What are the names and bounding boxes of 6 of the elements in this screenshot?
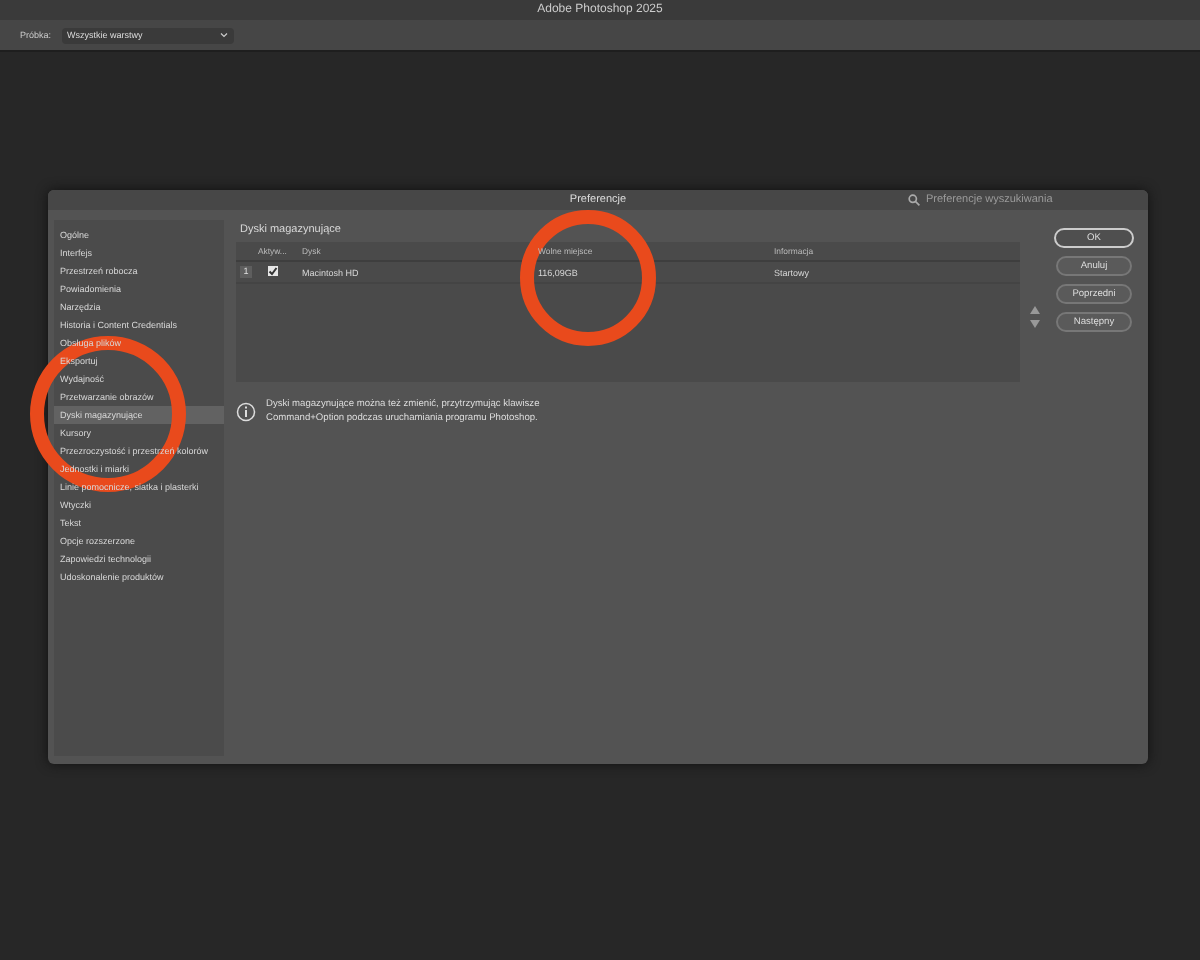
chevron-down-icon [219,32,228,38]
checkbox[interactable] [268,266,278,276]
search-icon [908,194,920,206]
move-up-icon[interactable] [1030,306,1040,314]
info-icon [236,402,256,422]
move-down-icon[interactable] [1030,320,1040,328]
